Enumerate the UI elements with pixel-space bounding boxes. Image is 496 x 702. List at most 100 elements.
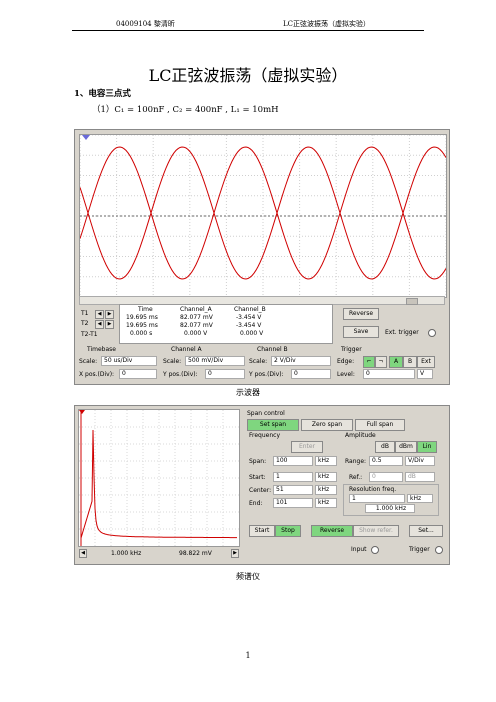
oscilloscope-screen	[79, 134, 447, 298]
start-unit[interactable]: kHz	[315, 472, 337, 482]
trigger-level-field[interactable]: 0	[363, 369, 415, 379]
timebase-xpos-field[interactable]: 0	[119, 369, 157, 379]
span-field[interactable]: 100	[273, 456, 313, 466]
cursor-amplitude-readout: 98.822 mV	[179, 550, 212, 557]
page-number: 1	[245, 651, 251, 660]
resolution-readout: 1.000 kHz	[365, 504, 415, 513]
channel-a-title: Channel A	[171, 346, 202, 353]
cursor-frequency-readout: 1.000 kHz	[111, 550, 142, 557]
lin-button[interactable]: Lin	[417, 441, 437, 453]
table-cell: 82.077 mV	[180, 314, 213, 321]
rising-edge-icon[interactable]: ⌐	[363, 356, 375, 368]
ext-trigger-label: Ext. trigger	[385, 329, 419, 336]
start-label: Start:	[249, 474, 266, 481]
channel-a-ypos-field[interactable]: 0	[205, 369, 245, 379]
set-button[interactable]: Set...	[409, 525, 443, 537]
enter-button[interactable]: Enter	[291, 441, 323, 453]
full-span-button[interactable]: Full span	[355, 419, 405, 431]
channel-a-scale-label: Scale:	[163, 358, 182, 365]
oscilloscope-graticule	[79, 134, 447, 298]
table-cell: -3.454 V	[236, 314, 262, 321]
table-cell: 19.695 ms	[126, 322, 158, 329]
start-field[interactable]: 1	[273, 472, 313, 482]
trigger-source-b-button[interactable]: B	[403, 356, 417, 368]
header-rule	[72, 30, 424, 31]
range-field[interactable]: 0.5	[369, 456, 403, 466]
trigger-source-a-button[interactable]: A	[389, 356, 403, 368]
spectrum-plot	[79, 410, 239, 546]
channel-b-ypos-field[interactable]: 0	[291, 369, 331, 379]
trigger-radio[interactable]	[435, 546, 443, 554]
range-unit[interactable]: V/Div	[405, 456, 435, 466]
page-title: LC正弦波振荡（虚拟实验）	[148, 66, 348, 85]
dbm-button[interactable]: dBm	[395, 441, 417, 453]
reverse-button[interactable]: Reverse	[311, 525, 353, 537]
db-button[interactable]: dB	[375, 441, 395, 453]
col-header-channel-a: Channel_A	[180, 306, 212, 313]
span-unit[interactable]: kHz	[315, 456, 337, 466]
scrollbar-thumb[interactable]	[406, 298, 418, 305]
save-button[interactable]: Save	[343, 326, 379, 338]
ext-trigger-radio[interactable]	[428, 329, 436, 337]
cursor-marker-icon[interactable]	[79, 410, 85, 414]
channel-b-title: Channel B	[257, 346, 288, 353]
header-left: 04009104 黎清昕	[116, 20, 175, 28]
channel-a-scale-field[interactable]: 500 mV/Div	[185, 356, 245, 366]
trigger-level-label: Level:	[337, 371, 355, 378]
stop-button[interactable]: Stop	[275, 525, 301, 537]
table-cell: 19.695 ms	[126, 314, 158, 321]
cursor-left-arrow-icon[interactable]: ◀	[79, 549, 87, 558]
table-cell: 0.000 s	[130, 330, 153, 337]
trigger-edge-label: Edge:	[337, 358, 355, 365]
channel-b-ypos-label: Y pos.(Div):	[249, 371, 284, 378]
table-cell: 82.077 mV	[180, 322, 213, 329]
start-button[interactable]: Start	[249, 525, 275, 537]
channel-a-ypos-label: Y pos.(Div):	[163, 371, 198, 378]
end-field[interactable]: 101	[273, 498, 313, 508]
grid	[79, 410, 239, 546]
channel-b-scale-label: Scale:	[249, 358, 268, 365]
ref-field[interactable]: 0	[369, 472, 403, 482]
zero-span-button[interactable]: Zero span	[301, 419, 353, 431]
ref-label: Ref.:	[349, 474, 363, 481]
cursor-right-arrow-icon[interactable]: ▶	[231, 549, 239, 558]
oscilloscope-caption: 示波器	[236, 388, 260, 397]
show-refer-button[interactable]: Show refer.	[353, 525, 399, 537]
channel-b-scale-field[interactable]: 2 V/Div	[271, 356, 331, 366]
center-unit[interactable]: kHz	[315, 485, 337, 495]
header-right: LC正弦波振荡（虚拟实验）	[283, 20, 371, 28]
input-radio[interactable]	[371, 546, 379, 554]
grid	[79, 134, 447, 298]
trigger-label: Trigger	[409, 546, 430, 553]
t1-left-arrow-icon[interactable]: ◀	[95, 310, 104, 319]
spectrum-screen	[78, 409, 240, 547]
center-label: Center:	[249, 487, 272, 494]
t2-left-arrow-icon[interactable]: ◀	[95, 320, 104, 329]
timebase-scale-field[interactable]: 50 us/Div	[101, 356, 157, 366]
trigger-title: Trigger	[341, 346, 362, 353]
reverse-button[interactable]: Reverse	[343, 308, 379, 320]
trigger-source-ext-button[interactable]: Ext	[417, 356, 435, 368]
set-span-button[interactable]: Set span	[247, 419, 299, 431]
amplitude-label: Amplitude	[345, 432, 376, 439]
col-header-time: Time	[138, 306, 153, 313]
trigger-marker-icon[interactable]	[82, 135, 90, 140]
falling-edge-icon[interactable]: ¬	[375, 356, 387, 368]
ref-unit[interactable]: dB	[405, 472, 435, 482]
span-label: Span:	[249, 458, 267, 465]
table-cell: 0.000 V	[184, 330, 208, 337]
timebase-xpos-label: X pos.(Div):	[79, 371, 115, 378]
oscilloscope-panel: T1 T2 T2-T1 ◀ ▶ ◀ ▶ Time Channel_A Chann…	[74, 129, 450, 385]
t1-right-arrow-icon[interactable]: ▶	[105, 310, 114, 319]
trigger-level-unit: V	[417, 369, 433, 379]
cursor-label-t2-t1: T2-T1	[81, 331, 98, 338]
cursor-label-t1: T1	[81, 310, 89, 317]
center-field[interactable]: 51	[273, 485, 313, 495]
resolution-label: Resolution freq.	[349, 486, 397, 493]
resolution-unit[interactable]: kHz	[407, 494, 433, 503]
end-label: End:	[249, 500, 263, 507]
t2-right-arrow-icon[interactable]: ▶	[105, 320, 114, 329]
resolution-field[interactable]: 1	[349, 494, 405, 503]
end-unit[interactable]: kHz	[315, 498, 337, 508]
table-cell: -3.454 V	[236, 322, 262, 329]
